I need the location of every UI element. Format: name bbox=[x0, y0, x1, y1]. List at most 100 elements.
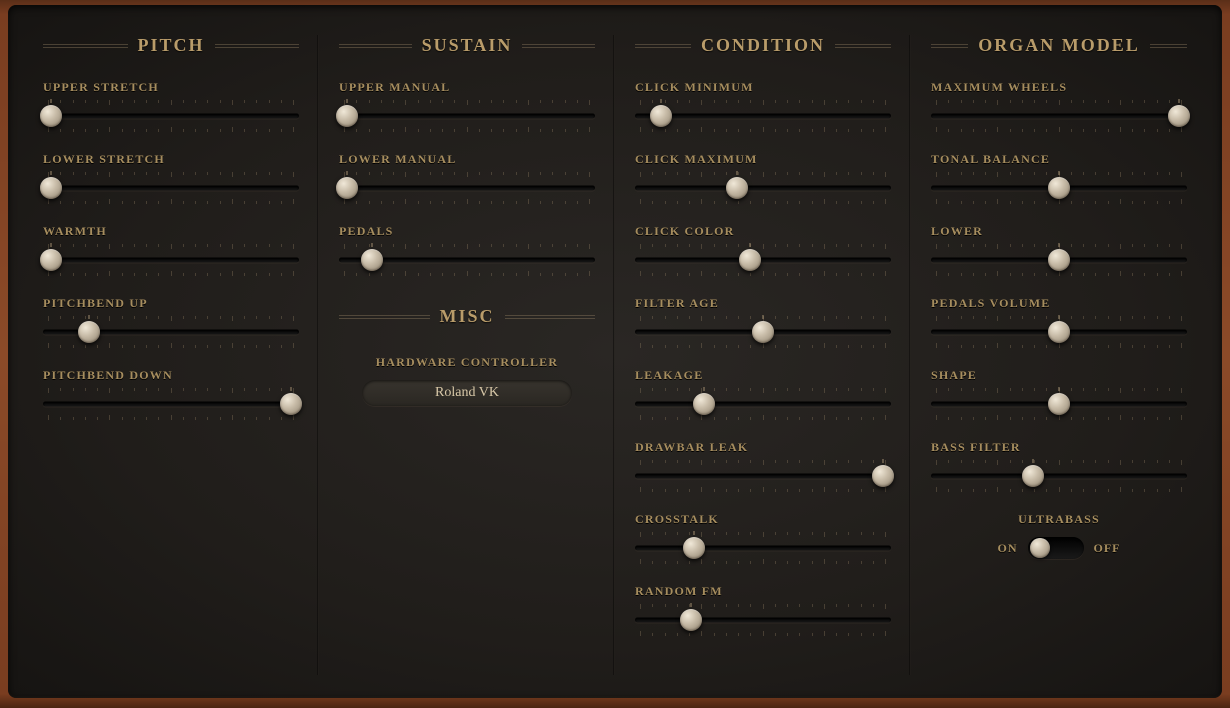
pedals-knob[interactable] bbox=[361, 249, 383, 271]
lower-manual-slider: LOWER MANUAL bbox=[339, 152, 595, 204]
pedals-label: PEDALS bbox=[339, 224, 595, 239]
organ-model-title-row: ORGAN MODEL bbox=[931, 35, 1187, 56]
pitchbend-down-slider: PITCHBEND DOWN bbox=[43, 368, 299, 420]
crosstalk-track[interactable] bbox=[635, 532, 891, 564]
sustain-sliders: UPPER MANUAL LOWER MANUAL PEDALS bbox=[339, 80, 595, 276]
lower-manual-label: LOWER MANUAL bbox=[339, 152, 595, 167]
lower-manual-knob[interactable] bbox=[336, 177, 358, 199]
pitchbend-up-knob[interactable] bbox=[78, 321, 100, 343]
drawbar-leak-label: DRAWBAR LEAK bbox=[635, 440, 891, 455]
click-maximum-slider: CLICK MAXIMUM bbox=[635, 152, 891, 204]
wood-frame: PITCH UPPER STRETCH LOWER STRETCH WARMTH PI… bbox=[0, 0, 1230, 708]
organ-model-title: ORGAN MODEL bbox=[968, 35, 1150, 56]
leakage-knob[interactable] bbox=[693, 393, 715, 415]
bass-filter-knob[interactable] bbox=[1022, 465, 1044, 487]
maximum-wheels-label: MAXIMUM WHEELS bbox=[931, 80, 1187, 95]
click-maximum-label: CLICK MAXIMUM bbox=[635, 152, 891, 167]
upper-stretch-track[interactable] bbox=[43, 100, 299, 132]
pitchbend-down-label: PITCHBEND DOWN bbox=[43, 368, 299, 383]
lower-stretch-label: LOWER STRETCH bbox=[43, 152, 299, 167]
upper-manual-track[interactable] bbox=[339, 100, 595, 132]
ultrabass-on-label: ON bbox=[998, 541, 1018, 556]
maximum-wheels-slider: MAXIMUM WHEELS bbox=[931, 80, 1187, 132]
click-minimum-label: CLICK MINIMUM bbox=[635, 80, 891, 95]
pitchbend-up-slider: PITCHBEND UP bbox=[43, 296, 299, 348]
drawbar-leak-track[interactable] bbox=[635, 460, 891, 492]
click-maximum-knob[interactable] bbox=[726, 177, 748, 199]
hardware-controller-label: HARDWARE CONTROLLER bbox=[339, 355, 595, 370]
pedals-volume-knob[interactable] bbox=[1048, 321, 1070, 343]
click-color-slider: CLICK COLOR bbox=[635, 224, 891, 276]
click-color-label: CLICK COLOR bbox=[635, 224, 891, 239]
click-color-knob[interactable] bbox=[739, 249, 761, 271]
click-minimum-knob[interactable] bbox=[650, 105, 672, 127]
upper-stretch-knob[interactable] bbox=[40, 105, 62, 127]
pedals-volume-slider: PEDALS VOLUME bbox=[931, 296, 1187, 348]
condition-sliders: CLICK MINIMUMCLICK MAXIMUMCLICK COLORFIL… bbox=[635, 80, 891, 636]
shape-slider: SHAPE bbox=[931, 368, 1187, 420]
upper-manual-knob[interactable] bbox=[336, 105, 358, 127]
tonal-balance-label: TONAL BALANCE bbox=[931, 152, 1187, 167]
misc-title: MISC bbox=[430, 306, 505, 327]
upper-manual-label: UPPER MANUAL bbox=[339, 80, 595, 95]
pitchbend-up-label: PITCHBEND UP bbox=[43, 296, 299, 311]
pitch-column: PITCH UPPER STRETCH LOWER STRETCH WARMTH PI… bbox=[23, 35, 319, 678]
pitchbend-down-track[interactable] bbox=[43, 388, 299, 420]
ultrabass-toggle[interactable] bbox=[1028, 537, 1084, 559]
lower-stretch-track[interactable] bbox=[43, 172, 299, 204]
lower-manual-track[interactable] bbox=[339, 172, 595, 204]
random-fm-slider: RANDOM FM bbox=[635, 584, 891, 636]
filter-age-knob[interactable] bbox=[752, 321, 774, 343]
hardware-controller-select[interactable]: Roland VK bbox=[362, 380, 572, 406]
upper-stretch-label: UPPER STRETCH bbox=[43, 80, 299, 95]
shape-knob[interactable] bbox=[1048, 393, 1070, 415]
filter-age-track[interactable] bbox=[635, 316, 891, 348]
pedals-slider: PEDALS bbox=[339, 224, 595, 276]
pitchbend-up-track[interactable] bbox=[43, 316, 299, 348]
shape-label: SHAPE bbox=[931, 368, 1187, 383]
random-fm-knob[interactable] bbox=[680, 609, 702, 631]
crosstalk-knob[interactable] bbox=[683, 537, 705, 559]
shape-track[interactable] bbox=[931, 388, 1187, 420]
leakage-track[interactable] bbox=[635, 388, 891, 420]
ultrabass-label: ULTRABASS bbox=[931, 512, 1187, 527]
maximum-wheels-track[interactable] bbox=[931, 100, 1187, 132]
sustain-title-row: SUSTAIN bbox=[339, 35, 595, 56]
bass-filter-slider: BASS FILTER bbox=[931, 440, 1187, 492]
maximum-wheels-knob[interactable] bbox=[1168, 105, 1190, 127]
click-color-track[interactable] bbox=[635, 244, 891, 276]
hardware-controller-block: HARDWARE CONTROLLER Roland VK bbox=[339, 355, 595, 406]
click-minimum-slider: CLICK MINIMUM bbox=[635, 80, 891, 132]
organ-model-column: ORGAN MODEL MAXIMUM WHEELS TONAL BALANCE L… bbox=[911, 35, 1207, 678]
sustain-column: SUSTAIN UPPER MANUAL LOWER MANUAL PEDALS M… bbox=[319, 35, 615, 678]
lower-knob[interactable] bbox=[1048, 249, 1070, 271]
condition-title-row: CONDITION bbox=[635, 35, 891, 56]
lower-label: LOWER bbox=[931, 224, 1187, 239]
leakage-slider: LEAKAGE bbox=[635, 368, 891, 420]
warmth-label: WARMTH bbox=[43, 224, 299, 239]
drawbar-leak-knob[interactable] bbox=[872, 465, 894, 487]
pedals-track[interactable] bbox=[339, 244, 595, 276]
warmth-slider: WARMTH bbox=[43, 224, 299, 276]
crosstalk-label: CROSSTALK bbox=[635, 512, 891, 527]
random-fm-track[interactable] bbox=[635, 604, 891, 636]
warmth-track[interactable] bbox=[43, 244, 299, 276]
tonal-balance-knob[interactable] bbox=[1048, 177, 1070, 199]
lower-stretch-knob[interactable] bbox=[40, 177, 62, 199]
crosstalk-slider: CROSSTALK bbox=[635, 512, 891, 564]
tonal-balance-track[interactable] bbox=[931, 172, 1187, 204]
pedals-volume-track[interactable] bbox=[931, 316, 1187, 348]
pedals-volume-label: PEDALS VOLUME bbox=[931, 296, 1187, 311]
click-minimum-track[interactable] bbox=[635, 100, 891, 132]
drawbar-leak-slider: DRAWBAR LEAK bbox=[635, 440, 891, 492]
click-maximum-track[interactable] bbox=[635, 172, 891, 204]
condition-column: CONDITION CLICK MINIMUM CLICK MAXIMUM CLIC… bbox=[615, 35, 911, 678]
ultrabass-toggle-knob bbox=[1030, 538, 1050, 558]
ultrabass-off-label: OFF bbox=[1094, 541, 1121, 556]
lower-track[interactable] bbox=[931, 244, 1187, 276]
pitchbend-down-knob[interactable] bbox=[280, 393, 302, 415]
pitch-title: PITCH bbox=[128, 35, 215, 56]
bass-filter-track[interactable] bbox=[931, 460, 1187, 492]
misc-title-row: MISC bbox=[339, 306, 595, 327]
warmth-knob[interactable] bbox=[40, 249, 62, 271]
